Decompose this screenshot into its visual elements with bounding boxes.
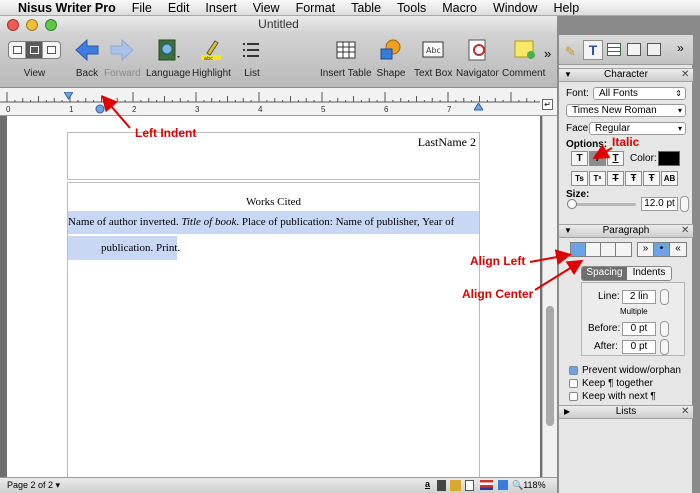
italic-annotation: Italic	[612, 135, 640, 149]
left-indent-annotation: Left Indent	[135, 126, 197, 140]
italic-arrow	[592, 144, 613, 159]
left-indent-arrow	[101, 94, 131, 129]
align-left-annotation: Align Left	[470, 254, 526, 268]
align-center-arrow	[534, 259, 584, 291]
align-left-arrow	[529, 249, 572, 266]
align-center-annotation: Align Center	[462, 287, 534, 301]
annotation-arrows	[101, 94, 613, 291]
